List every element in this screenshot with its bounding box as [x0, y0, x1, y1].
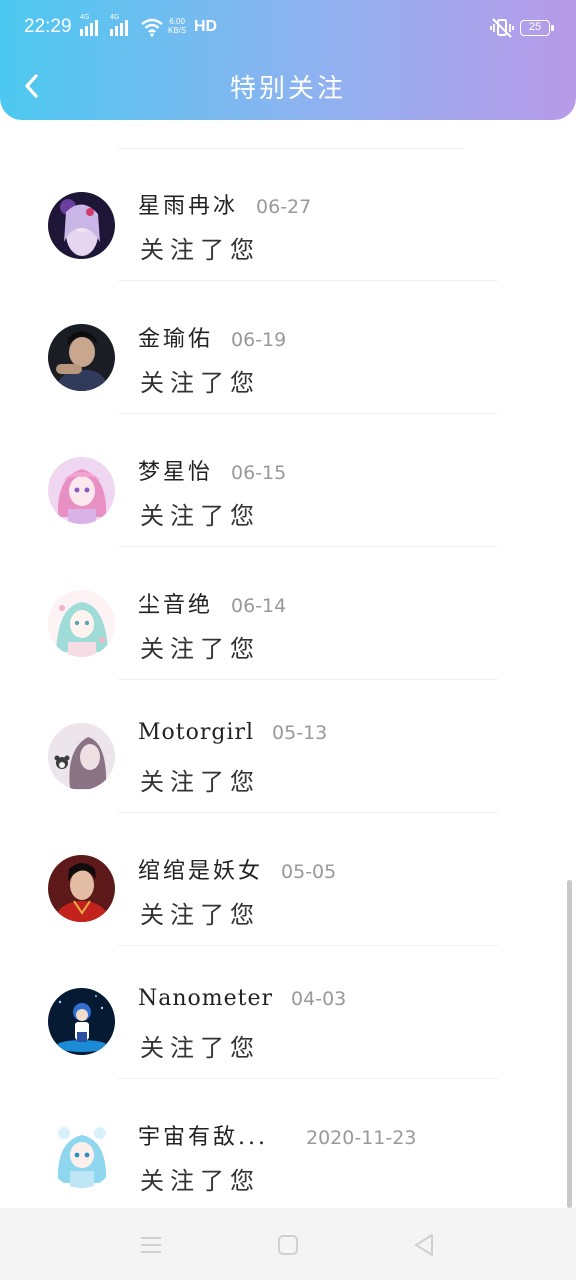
app-header: 22:29 4G 4G 6.00 KB/S HD 25 特别关注: [0, 0, 576, 120]
follow-message: 关注了您: [140, 236, 260, 264]
back-triangle-icon: [415, 1234, 433, 1256]
follow-date: 06-19: [231, 329, 287, 351]
user-name[interactable]: 金瑜佑: [138, 321, 213, 353]
follow-message: 关注了您: [140, 1034, 260, 1062]
follow-date: 06-14: [231, 595, 287, 617]
list-item[interactable]: 金瑜佑 06-19 关注了您: [0, 281, 576, 414]
follow-date: 2020-11-23: [306, 1127, 417, 1149]
signal-icon: 4G: [80, 14, 98, 36]
follow-message: 关注了您: [140, 369, 260, 397]
back-nav-button[interactable]: [407, 1228, 441, 1262]
list-item[interactable]: Nanometer 04-03 关注了您: [0, 946, 576, 1079]
user-name[interactable]: 尘音绝: [138, 587, 213, 619]
follow-date: 05-05: [281, 861, 337, 883]
avatar[interactable]: [48, 590, 115, 657]
follow-date: 05-13: [272, 722, 328, 744]
name-row: 金瑜佑 06-19: [138, 321, 286, 353]
name-row: 尘音绝 06-14: [138, 587, 286, 619]
status-time: 22:29: [24, 16, 72, 37]
signal-icon: 4G: [110, 14, 128, 36]
network-speed: 6.00 KB/S: [168, 17, 186, 35]
follow-message: 关注了您: [140, 1167, 260, 1195]
list-item[interactable]: 宇宙有敌... 2020-11-23 关注了您: [0, 1079, 576, 1212]
follow-message: 关注了您: [140, 635, 260, 663]
user-name[interactable]: 宇宙有敌...: [138, 1119, 288, 1151]
user-name[interactable]: Motorgirl: [138, 720, 254, 745]
avatar[interactable]: [48, 457, 115, 524]
avatar[interactable]: [48, 855, 115, 922]
list-item[interactable]: Motorgirl 05-13 关注了您: [0, 680, 576, 813]
avatar[interactable]: [48, 723, 115, 790]
user-name[interactable]: Nanometer: [138, 986, 273, 1011]
avatar[interactable]: [48, 192, 115, 259]
follow-message: 关注了您: [140, 502, 260, 530]
menu-icon: [141, 1237, 161, 1253]
signal-tag: 4G: [80, 14, 90, 21]
net-speed-unit: KB/S: [168, 26, 187, 35]
avatar[interactable]: [48, 324, 115, 391]
page-title: 特别关注: [229, 74, 346, 104]
list-item[interactable]: 梦星怡 06-15 关注了您: [0, 414, 576, 547]
home-square-icon: [278, 1235, 298, 1255]
user-name[interactable]: 绾绾是妖女: [138, 853, 263, 885]
battery-icon: 25: [520, 20, 554, 36]
list-item[interactable]: 尘音绝 06-14 关注了您: [0, 547, 576, 680]
follow-date: 06-15: [231, 462, 287, 484]
name-row: Motorgirl 05-13: [138, 720, 327, 745]
follow-date: 04-03: [291, 988, 347, 1010]
list-item[interactable]: 绾绾是妖女 05-05 关注了您: [0, 813, 576, 946]
follow-message: 关注了您: [140, 901, 260, 929]
hd-indicator: HD: [194, 18, 218, 35]
menu-button[interactable]: [134, 1228, 168, 1262]
wifi-icon: [141, 18, 163, 37]
home-button[interactable]: [271, 1228, 305, 1262]
name-row: Nanometer 04-03: [138, 986, 346, 1011]
follow-message: 关注了您: [140, 768, 260, 796]
list-item[interactable]: 星雨冉冰 06-27 关注了您: [0, 148, 576, 281]
follow-date: 06-27: [256, 196, 312, 218]
user-name[interactable]: 梦星怡: [138, 454, 213, 486]
name-row: 绾绾是妖女 05-05: [138, 853, 336, 885]
user-name[interactable]: 星雨冉冰: [138, 188, 238, 220]
net-speed-value: 6.00: [169, 17, 185, 26]
system-nav-bar: [0, 1208, 576, 1280]
name-row: 梦星怡 06-15: [138, 454, 286, 486]
status-bar: 22:29 4G 4G 6.00 KB/S HD 25: [0, 0, 576, 58]
avatar[interactable]: [48, 1121, 115, 1188]
name-row: 宇宙有敌... 2020-11-23: [138, 1119, 416, 1151]
scrollbar[interactable]: [567, 880, 572, 1208]
avatar[interactable]: [48, 988, 115, 1055]
name-row: 星雨冉冰 06-27: [138, 188, 311, 220]
vibrate-icon: [490, 18, 514, 38]
signal-tag: 4G: [110, 14, 120, 21]
